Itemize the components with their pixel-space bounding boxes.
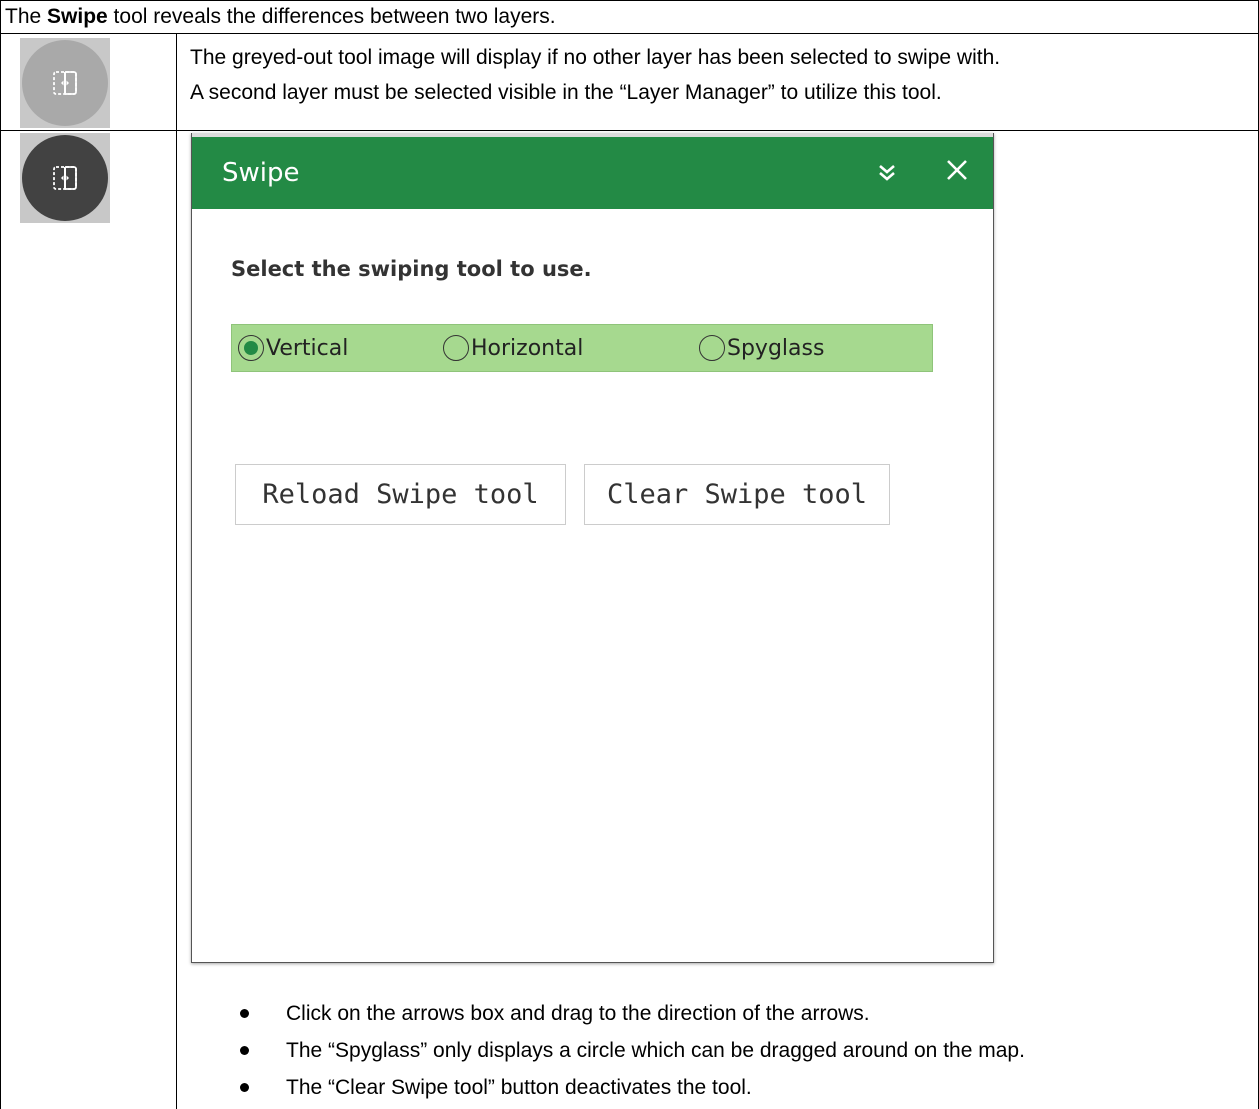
- swipe-tool-disabled-icon: [20, 38, 110, 128]
- intro-suffix: tool reveals the differences between two…: [107, 5, 556, 28]
- list-item: Click on the arrows box and drag to the …: [237, 997, 1025, 1034]
- radio-label: Spyglass: [727, 335, 825, 361]
- table-row-divider: [0, 33, 1259, 34]
- intro-text: The Swipe tool reveals the differences b…: [5, 1, 556, 33]
- disabled-description-line: A second layer must be selected visible …: [190, 81, 942, 104]
- radio-spyglass[interactable]: Spyglass: [699, 325, 824, 371]
- close-icon: [947, 160, 967, 180]
- widget-header: Swipe: [192, 137, 993, 209]
- table-column-divider: [176, 33, 177, 1109]
- widget-title: Swipe: [222, 158, 300, 188]
- radio-dot: [244, 341, 258, 355]
- swipe-widget-panel: Swipe Select the swiping tool to use. Ve…: [191, 133, 994, 963]
- intro-prefix: The: [5, 5, 48, 28]
- radio-unselected-icon: [443, 335, 469, 361]
- list-item: The “Clear Swipe tool” button deactivate…: [237, 1071, 1025, 1108]
- swipe-icon-circle: [22, 135, 108, 221]
- radio-label: Vertical: [266, 335, 349, 361]
- usage-bullet-list: Click on the arrows box and drag to the …: [237, 997, 1025, 1108]
- radio-label: Horizontal: [471, 335, 584, 361]
- reload-swipe-button[interactable]: Reload Swipe tool: [235, 464, 566, 525]
- table-row-divider: [0, 130, 1259, 131]
- disabled-description-line: The greyed-out tool image will display i…: [190, 46, 1001, 69]
- radio-horizontal[interactable]: Horizontal: [443, 325, 583, 371]
- radio-vertical[interactable]: Vertical: [238, 325, 348, 371]
- swipe-tool-active-icon: [20, 133, 110, 223]
- swipe-prompt: Select the swiping tool to use.: [231, 257, 592, 281]
- collapse-button[interactable]: [872, 157, 902, 187]
- swipe-icon-circle: [22, 40, 108, 126]
- clear-swipe-button[interactable]: Clear Swipe tool: [584, 464, 890, 525]
- intro-tool-name: Swipe: [47, 5, 108, 28]
- double-chevron-down-icon: [879, 165, 895, 181]
- swipe-glyph-icon: [53, 71, 77, 95]
- radio-selected-icon: [238, 335, 264, 361]
- swipe-glyph-icon: [53, 166, 77, 190]
- radio-unselected-icon: [699, 335, 725, 361]
- disabled-description: The greyed-out tool image will display i…: [190, 40, 1000, 110]
- instruction-table: The Swipe tool reveals the differences b…: [0, 0, 1259, 1109]
- list-item: The “Spyglass” only displays a circle wh…: [237, 1034, 1025, 1071]
- table-border-left: [0, 0, 1, 1109]
- close-button[interactable]: [942, 155, 972, 185]
- swipe-mode-radio-group: Vertical Horizontal Spyglass: [231, 324, 933, 372]
